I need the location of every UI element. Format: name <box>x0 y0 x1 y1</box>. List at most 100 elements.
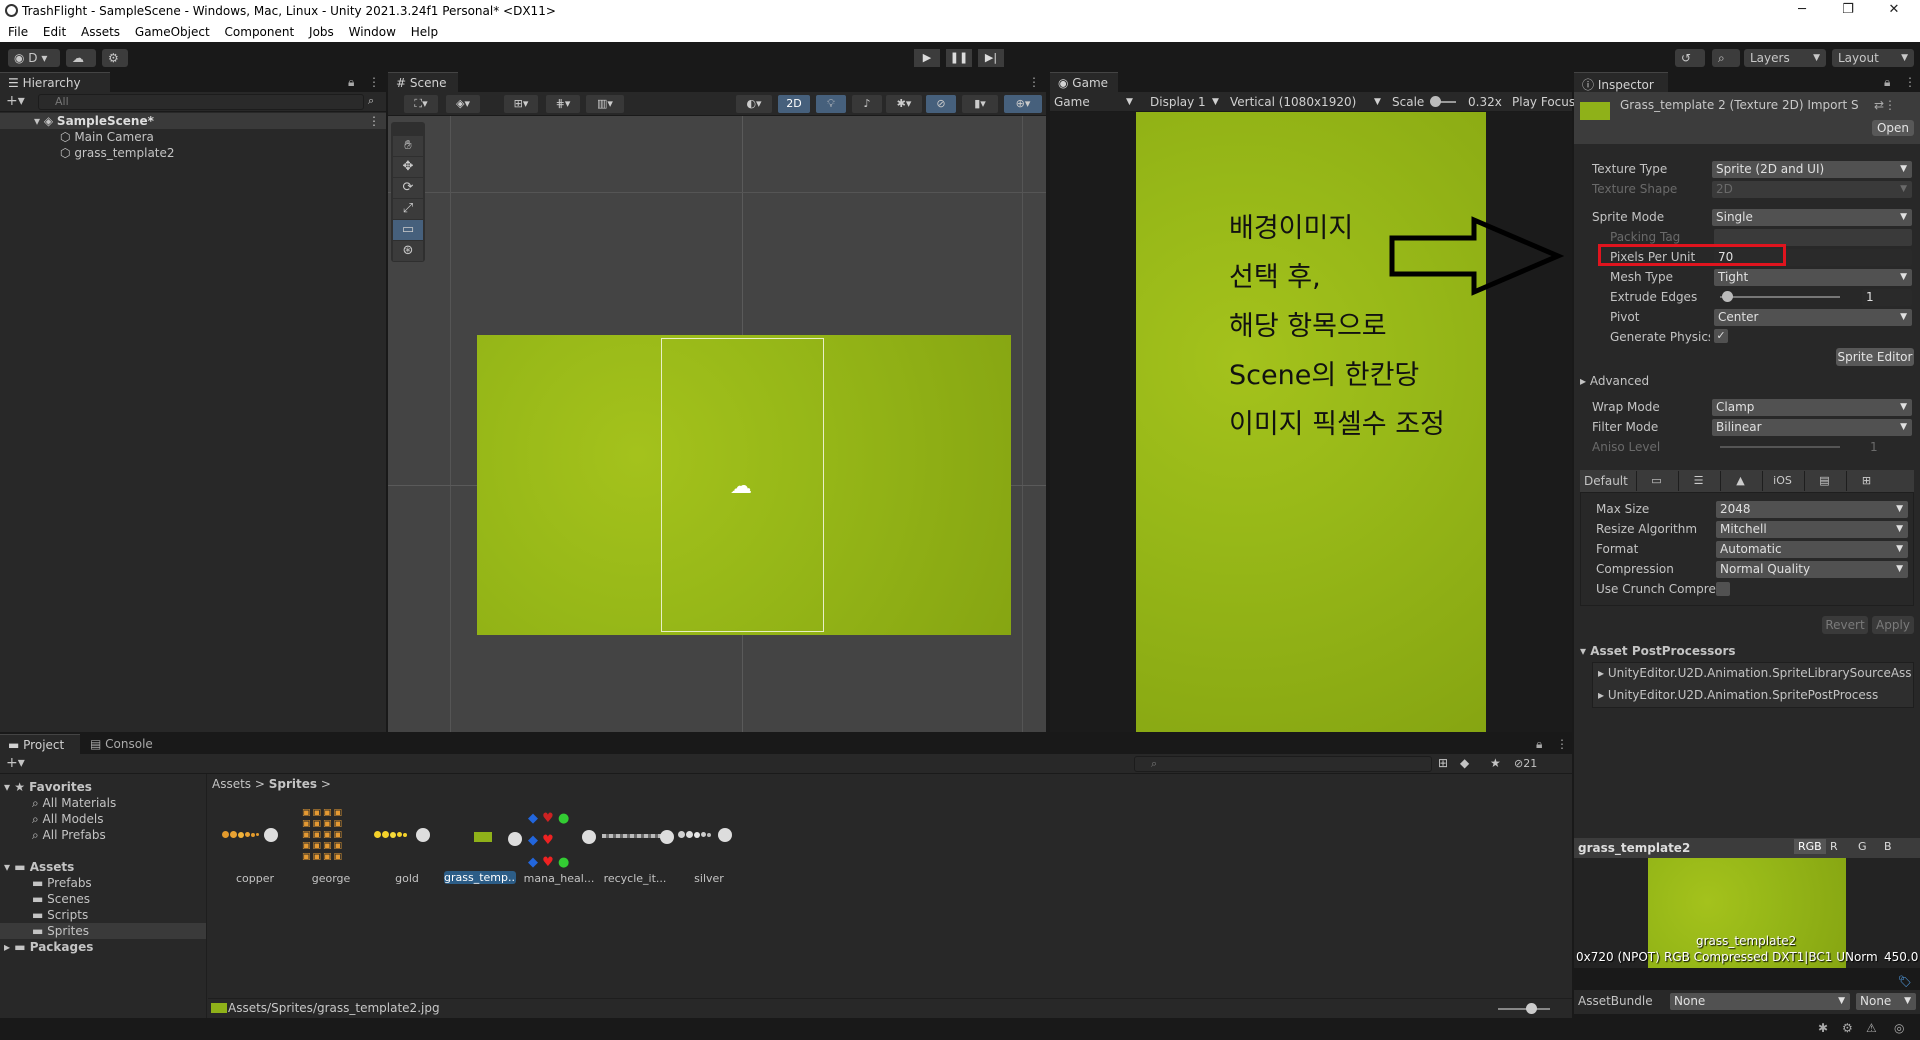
texture-type-dropdown[interactable]: Sprite (2D and UI) ▼ <box>1712 161 1912 178</box>
folder-scenes[interactable]: ▬ Scenes <box>32 892 90 906</box>
menu-jobs[interactable]: Jobs <box>309 22 334 39</box>
shading-icon[interactable]: ◈▾ <box>446 95 480 113</box>
effects-icon[interactable]: ✱▾ <box>886 95 922 113</box>
asset-thumb-george[interactable]: ▣▣▣▣ ▣▣▣▣ ▣▣▣▣ ▣▣▣▣ ▣▣▣▣ <box>302 808 364 868</box>
breadcrumb-assets[interactable]: Assets <box>212 777 251 791</box>
project-search-input[interactable]: ⌕ <box>1134 756 1432 772</box>
thumbnail-size-slider[interactable] <box>1498 1008 1550 1010</box>
lock-icon[interactable]: 🔒︎ <box>1884 75 1890 90</box>
menu-component[interactable]: Component <box>225 22 295 39</box>
settings-icon[interactable]: ⇄⋮ <box>1874 98 1896 112</box>
menu-file[interactable]: File <box>8 22 28 39</box>
channel-r-toggle[interactable]: R <box>1830 840 1838 853</box>
windows-store-icon[interactable]: ⊞ <box>1846 471 1886 491</box>
thumbnail-size-handle[interactable] <box>1526 1003 1537 1014</box>
max-size-dropdown[interactable]: 2048 ▼ <box>1716 501 1908 518</box>
tab-hierarchy[interactable]: ☰ Hierarchy <box>0 72 110 92</box>
create-asset-icon[interactable]: +▾ <box>6 755 25 771</box>
open-button[interactable]: Open <box>1872 120 1914 136</box>
play-anim-icon[interactable] <box>508 832 522 846</box>
hierarchy-scene-row[interactable]: ▾ ◈ SampleScene* ⋮ <box>0 113 386 129</box>
favorites-all-materials[interactable]: ⌕ All Materials <box>32 796 116 811</box>
assetbundle-dropdown[interactable]: None ▼ <box>1670 993 1850 1010</box>
folder-scripts[interactable]: ▬ Scripts <box>32 908 88 922</box>
gizmos-icon[interactable]: ⊕▾ <box>1004 95 1042 113</box>
crunch-compression-checkbox[interactable] <box>1716 582 1730 596</box>
assetbundle-variant-dropdown[interactable]: None ▼ <box>1856 993 1916 1010</box>
compression-dropdown[interactable]: Normal Quality ▼ <box>1716 561 1908 578</box>
camera-settings-icon[interactable]: ▮▾ <box>962 95 998 113</box>
postprocessor-item[interactable]: ▸ UnityEditor.U2D.Animation.SpritePostPr… <box>1598 688 1878 702</box>
transform-tool-icon[interactable]: ⊛ <box>393 241 423 261</box>
asset-label-gold[interactable]: gold <box>368 872 446 885</box>
tab-inspector[interactable]: ⓘ Inspector <box>1574 72 1668 92</box>
asset-thumb-mana-health[interactable]: ◆ ♥ ● ◆ ♥ ◆ ♥ ● <box>528 808 578 870</box>
account-button[interactable]: ◉ D ▾ <box>8 49 60 67</box>
hidden-count[interactable]: ⊘21 <box>1514 757 1537 770</box>
grid-snap-icon[interactable]: ⋕▾ <box>546 95 580 113</box>
apply-button[interactable]: Apply <box>1872 616 1914 634</box>
mesh-type-dropdown[interactable]: Tight ▼ <box>1714 269 1912 286</box>
draw-mode-icon[interactable]: ◐▾ <box>736 95 772 113</box>
sprite-mode-dropdown[interactable]: Single ▼ <box>1712 209 1912 226</box>
folder-sprites[interactable]: ▬ Sprites <box>32 924 89 938</box>
platform-ios-tab[interactable]: iOS <box>1762 471 1802 491</box>
maximize-icon[interactable]: ❐ <box>1828 2 1868 17</box>
pause-button[interactable]: ❚❚ <box>946 49 972 67</box>
console-icon[interactable]: ▤ <box>1804 471 1844 491</box>
menu-edit[interactable]: Edit <box>43 22 66 39</box>
camera-gizmo-icon[interactable]: ☁ <box>730 474 752 499</box>
asset-label-mana-health[interactable]: mana_heal... <box>520 872 598 885</box>
standalone-icon[interactable]: ▭ <box>1636 471 1676 491</box>
scale-tool-icon[interactable]: ⤢ <box>393 199 423 219</box>
hierarchy-search-input[interactable]: All <box>38 94 364 110</box>
mode-2d-toggle[interactable]: 2D <box>778 95 810 113</box>
resize-algorithm-dropdown[interactable]: Mitchell ▼ <box>1716 521 1908 538</box>
packages-folder[interactable]: ▸ ▬ Packages <box>4 940 93 954</box>
extrude-slider[interactable] <box>1720 296 1840 298</box>
step-button[interactable]: ▶| <box>978 49 1004 67</box>
wrap-mode-dropdown[interactable]: Clamp ▼ <box>1712 399 1912 416</box>
breadcrumb-sprites[interactable]: Sprites <box>269 777 317 791</box>
revert-button[interactable]: Revert <box>1822 616 1868 634</box>
channel-g-toggle[interactable]: G <box>1858 840 1867 853</box>
more-menu-icon[interactable]: ⋮ <box>368 75 380 89</box>
postprocessors-foldout[interactable]: ▾ Asset PostProcessors <box>1580 644 1736 658</box>
play-focus-dropdown[interactable]: Play Focus <box>1512 95 1575 109</box>
label-icon[interactable]: 🏷︎ <box>1898 975 1912 988</box>
advanced-foldout[interactable]: ▸ Advanced <box>1580 374 1649 388</box>
extrude-slider-handle[interactable] <box>1722 291 1733 302</box>
platform-default-tab[interactable]: Default <box>1584 474 1628 488</box>
asset-label-copper[interactable]: copper <box>216 872 294 885</box>
more-menu-icon[interactable]: ⋮ <box>1904 75 1916 89</box>
minimize-icon[interactable]: ─ <box>1782 2 1822 17</box>
rotate-tool-icon[interactable]: ⟳ <box>393 178 423 198</box>
history-icon[interactable]: ↺ <box>1675 49 1705 67</box>
more-menu-icon[interactable]: ⋮ <box>1028 75 1040 89</box>
asset-label-silver[interactable]: silver <box>670 872 748 885</box>
asset-label-grass-selected[interactable]: grass_temp... <box>444 871 516 884</box>
close-icon[interactable]: ✕ <box>1874 2 1914 17</box>
menu-help[interactable]: Help <box>411 22 438 39</box>
folder-prefabs[interactable]: ▬ Prefabs <box>32 876 92 890</box>
server-icon[interactable]: ☰ <box>1678 471 1718 491</box>
play-anim-icon[interactable] <box>416 827 430 842</box>
tab-console[interactable]: ▤ Console <box>82 734 168 754</box>
postprocessor-item[interactable]: ▸ UnityEditor.U2D.Animation.SpriteLibrar… <box>1598 666 1912 680</box>
menu-assets[interactable]: Assets <box>81 22 120 39</box>
play-button[interactable]: ▶ <box>914 49 940 67</box>
channel-b-toggle[interactable]: B <box>1884 840 1892 853</box>
add-icon[interactable]: +▾ <box>6 93 25 109</box>
menu-window[interactable]: Window <box>349 22 396 39</box>
collab-status-icon[interactable]: ◎ <box>1894 1021 1904 1035</box>
pivot-dropdown[interactable]: Center ▼ <box>1714 309 1912 326</box>
play-anim-icon[interactable] <box>582 830 596 844</box>
move-tool-icon[interactable]: ✥ <box>393 157 423 177</box>
extrude-edges-input[interactable]: 1 <box>1862 289 1912 306</box>
menu-gameobject[interactable]: GameObject <box>135 22 210 39</box>
more-menu-icon[interactable]: ⋮ <box>1556 737 1568 751</box>
generate-physics-checkbox[interactable]: ✓ <box>1714 329 1728 343</box>
hierarchy-item-main-camera[interactable]: ⬡ Main Camera <box>60 129 154 145</box>
format-dropdown[interactable]: Automatic ▼ <box>1716 541 1908 558</box>
gizmo-tool-icon[interactable]: ⛶▾ <box>404 95 438 113</box>
